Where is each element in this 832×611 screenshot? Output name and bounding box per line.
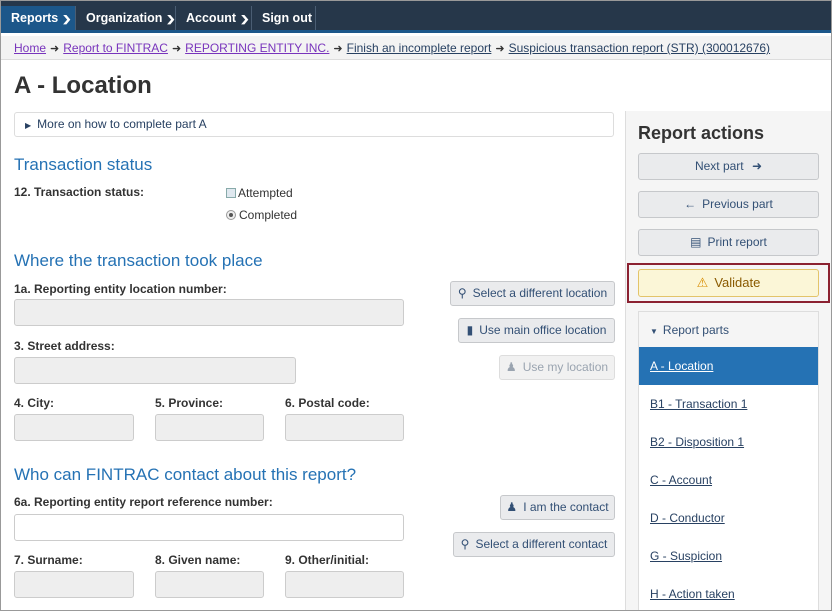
nav-signout-label: Sign out	[262, 11, 312, 25]
other-initial-label: 9. Other/initial:	[285, 553, 370, 567]
completed-option[interactable]: Completed	[226, 208, 297, 222]
surname-label: 7. Surname:	[14, 553, 83, 567]
nav-reports-menu[interactable]: Reports ❯	[1, 6, 76, 30]
contact-heading: Who can FINTRAC contact about this repor…	[14, 465, 357, 484]
report-parts-toggle[interactable]: ▼ Report parts	[638, 311, 819, 347]
triangle-right-icon: ▶	[25, 121, 32, 130]
part-link-g[interactable]: G - Suspicion	[638, 537, 819, 575]
report-actions-panel: Report actions Next part ➜ ← Previous par…	[625, 111, 831, 610]
postal-code-label: 6. Postal code:	[285, 396, 370, 410]
use-my-location-button[interactable]: ♟ Use my location	[499, 355, 615, 380]
i-am-contact-button[interactable]: ♟ I am the contact	[500, 495, 615, 520]
radio-selected-icon	[226, 210, 236, 220]
warning-icon: ⚠	[696, 275, 709, 290]
part-link-b1[interactable]: B1 - Transaction 1	[638, 385, 819, 423]
chevron-down-icon: ❯	[239, 14, 250, 24]
arrow-right-icon: ➜	[333, 43, 343, 55]
chevron-down-icon: ❯	[166, 14, 177, 24]
chevron-down-icon: ❯	[62, 14, 72, 24]
nav-account-menu[interactable]: Account ❯	[176, 6, 252, 30]
breadcrumb: Home ➜ Report to FINTRAC ➜ REPORTING ENTITY …	[1, 36, 831, 60]
next-part-label: Next part	[694, 159, 744, 173]
surname-field[interactable]	[14, 571, 134, 598]
main-office-button[interactable]: ▮ Use main office location	[458, 318, 615, 343]
details-label: More on how to complete part A	[37, 117, 207, 131]
search-icon: ⚲	[460, 537, 470, 551]
reference-number-label: 6a. Reporting entity report reference nu…	[14, 495, 273, 509]
details-more-info[interactable]: ▶ More on how to complete part A	[14, 112, 614, 137]
user-icon: ♟	[506, 500, 518, 514]
breadcrumb-finish-link[interactable]: Finish an incomplete report	[347, 41, 492, 55]
previous-part-button[interactable]: ← Previous part	[638, 191, 819, 218]
main-office-label: Use main office location	[479, 323, 607, 337]
validate-label: Validate	[714, 275, 761, 290]
next-part-button[interactable]: Next part ➜	[638, 153, 819, 180]
postal-code-field[interactable]	[285, 414, 404, 441]
report-parts-label: Report parts	[662, 323, 729, 337]
i-am-contact-label: I am the contact	[523, 500, 609, 514]
select-location-label: Select a different location	[472, 286, 608, 300]
page-title: A - Location	[14, 72, 152, 99]
arrow-left-icon: ←	[684, 197, 697, 211]
nav-account-label: Account	[186, 11, 236, 25]
pdf-file-icon: ▤	[690, 235, 702, 249]
completed-label: Completed	[239, 208, 298, 222]
select-contact-label: Select a different contact	[475, 537, 608, 551]
part-link-a[interactable]: A - Location	[638, 347, 819, 385]
breadcrumb-home-link[interactable]: Home	[14, 41, 46, 55]
nav-organization-label: Organization	[86, 11, 163, 25]
breadcrumb-entity-link[interactable]: REPORTING ENTITY INC.	[185, 41, 329, 55]
report-actions-heading: Report actions	[638, 123, 765, 143]
checkbox-icon	[226, 188, 236, 198]
attempted-label: Attempted	[238, 186, 293, 200]
street-address-field[interactable]	[14, 357, 296, 384]
street-address-label: 3. Street address:	[14, 339, 115, 353]
print-report-button[interactable]: ▤ Print report	[638, 229, 819, 256]
city-field[interactable]	[14, 414, 134, 441]
part-link-b2[interactable]: B2 - Disposition 1	[638, 423, 819, 461]
arrow-right-icon: ➜	[171, 43, 182, 55]
breadcrumb-str-link[interactable]: Suspicious transaction report (STR) (300…	[509, 41, 770, 55]
arrow-right-icon: ➜	[50, 43, 60, 55]
arrow-right-icon: ➜	[751, 159, 763, 173]
building-icon: ▮	[466, 323, 474, 337]
arrow-right-icon: ➜	[495, 43, 505, 55]
location-number-label: 1a. Reporting entity location number:	[14, 282, 227, 296]
city-label: 4. City:	[14, 396, 55, 410]
part-link-c[interactable]: C - Account	[638, 461, 819, 499]
attempted-option[interactable]: Attempted	[226, 186, 293, 200]
app-frame: Reports ❯ Organization ❯ Account ❯ Sign out…	[0, 0, 832, 611]
triangle-down-icon: ▼	[650, 327, 658, 336]
nav-organization-menu[interactable]: Organization ❯	[76, 6, 176, 30]
use-my-location-label: Use my location	[522, 360, 609, 374]
previous-part-label: Previous part	[702, 197, 773, 211]
user-icon: ♟	[505, 360, 517, 374]
validate-button[interactable]: ⚠ Validate	[638, 269, 819, 297]
validate-highlight: ⚠ Validate	[627, 263, 830, 303]
breadcrumb-report-link[interactable]: Report to FINTRAC	[63, 41, 168, 55]
transaction-status-label: 12. Transaction status:	[14, 185, 145, 199]
other-initial-field[interactable]	[285, 571, 404, 598]
given-name-field[interactable]	[155, 571, 264, 598]
given-name-label: 8. Given name:	[155, 553, 241, 567]
print-report-label: Print report	[707, 235, 767, 249]
province-label: 5. Province:	[155, 396, 224, 410]
nav-sign-out[interactable]: Sign out	[252, 6, 316, 30]
location-number-field[interactable]	[14, 299, 404, 326]
transaction-status-heading: Transaction status	[14, 155, 153, 174]
location-heading: Where the transaction took place	[14, 251, 263, 270]
province-field[interactable]	[155, 414, 264, 441]
select-contact-button[interactable]: ⚲ Select a different contact	[453, 532, 615, 557]
nav-reports-label: Reports	[11, 11, 59, 25]
select-location-button[interactable]: ⚲ Select a different location	[450, 281, 615, 306]
part-link-h[interactable]: H - Action taken	[638, 575, 819, 610]
search-icon: ⚲	[457, 286, 467, 300]
top-navigation: Reports ❯ Organization ❯ Account ❯ Sign out	[1, 1, 831, 33]
reference-number-field[interactable]	[14, 514, 404, 541]
part-link-d[interactable]: D - Conductor	[638, 499, 819, 537]
